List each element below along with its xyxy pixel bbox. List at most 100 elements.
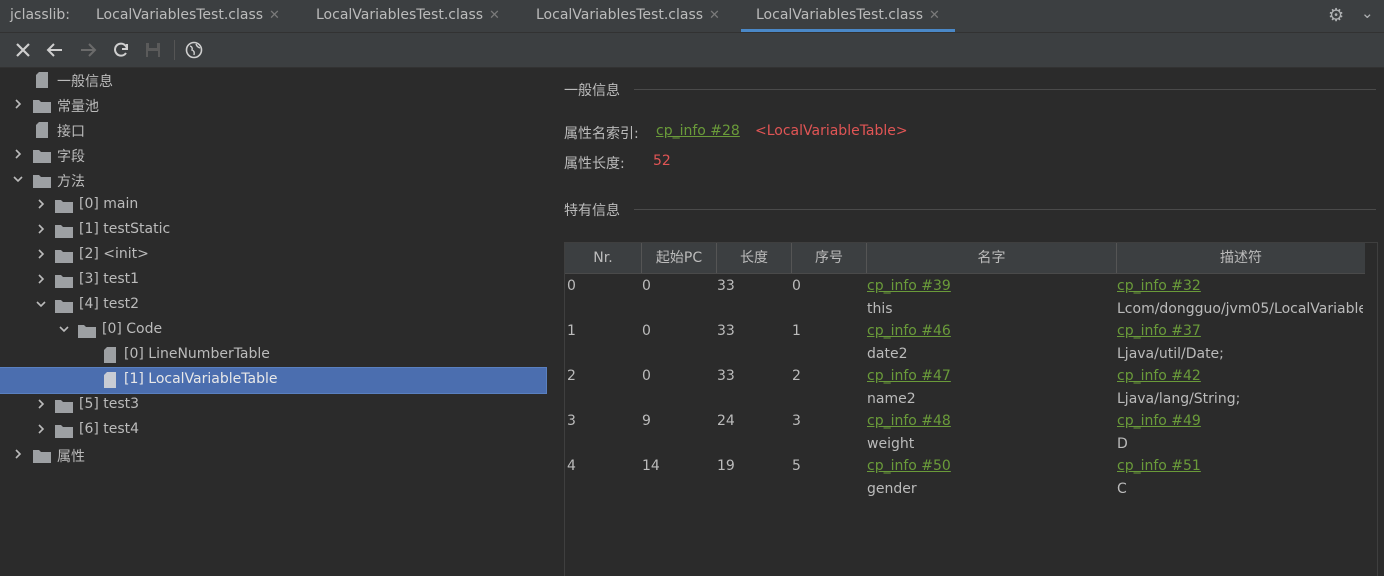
- tree-item-method-init[interactable]: [2] <init>: [0, 243, 546, 268]
- web-icon[interactable]: [184, 40, 204, 60]
- chevron-right-icon[interactable]: [12, 148, 24, 160]
- close-icon[interactable]: [13, 40, 33, 60]
- cell-name-link[interactable]: cp_info #46: [867, 323, 951, 339]
- folder-icon: [55, 250, 73, 263]
- chevron-down-icon[interactable]: ⌄: [1361, 4, 1374, 22]
- cell-name-link[interactable]: cp_info #50: [867, 458, 951, 474]
- tab-file-4-active[interactable]: LocalVariablesTest.class ✕: [741, 0, 955, 32]
- cell-name-link[interactable]: cp_info #48: [867, 413, 951, 429]
- tree-item-label: [6] test4: [79, 421, 140, 437]
- attr-name-value: <LocalVariableTable>: [755, 123, 908, 139]
- gear-icon[interactable]: ⚙: [1328, 5, 1344, 26]
- file-icon: [104, 372, 116, 388]
- column-header-name[interactable]: 名字: [867, 243, 1117, 273]
- cell-descriptor-link[interactable]: cp_info #32: [1117, 278, 1201, 294]
- tree-item-label: 方法: [57, 174, 85, 190]
- column-header-descriptor[interactable]: 描述符: [1117, 243, 1365, 273]
- tree-item-interfaces[interactable]: 接口: [0, 118, 546, 143]
- tab-file-1[interactable]: LocalVariablesTest.class ✕: [96, 0, 280, 32]
- tree-item-method-main[interactable]: [0] main: [0, 193, 546, 218]
- folder-icon: [78, 325, 96, 338]
- tree-item-method-teststatic[interactable]: [1] testStatic: [0, 218, 546, 243]
- cell-name-link[interactable]: cp_info #39: [867, 278, 951, 294]
- chevron-right-icon[interactable]: [12, 98, 24, 110]
- tree-item-code[interactable]: [0] Code: [0, 318, 546, 343]
- tree-item-attributes[interactable]: 属性: [0, 443, 546, 468]
- column-header-length[interactable]: 长度: [717, 243, 792, 273]
- close-icon[interactable]: ✕: [489, 0, 500, 31]
- cell-name-link[interactable]: cp_info #47: [867, 368, 951, 384]
- folder-icon: [33, 175, 51, 188]
- tab-file-3[interactable]: LocalVariablesTest.class ✕: [536, 0, 720, 32]
- chevron-right-icon[interactable]: [35, 423, 47, 435]
- attr-length-label: 属性长度:: [564, 156, 625, 172]
- cell-descriptor-link[interactable]: cp_info #51: [1117, 458, 1201, 474]
- folder-icon: [33, 450, 51, 463]
- cell-nr: 3: [567, 413, 576, 429]
- chevron-right-icon[interactable]: [35, 223, 47, 235]
- column-header-index[interactable]: 序号: [792, 243, 867, 273]
- cell-name: this: [867, 301, 893, 317]
- section-divider: [634, 209, 1376, 210]
- refresh-icon[interactable]: [111, 40, 131, 60]
- attr-name-index-link[interactable]: cp_info #28: [656, 123, 740, 139]
- cell-descriptor-link[interactable]: cp_info #37: [1117, 323, 1201, 339]
- tab-label: LocalVariablesTest.class: [536, 7, 704, 23]
- folder-icon: [55, 200, 73, 213]
- tree-item-line-number-table[interactable]: [0] LineNumberTable: [0, 343, 546, 368]
- cell-nr: 0: [567, 278, 576, 294]
- chevron-right-icon[interactable]: [35, 398, 47, 410]
- folder-icon: [55, 425, 73, 438]
- cell-index: 3: [792, 413, 801, 429]
- cell-start-pc: 0: [642, 323, 651, 339]
- column-header-start-pc[interactable]: 起始PC: [642, 243, 717, 273]
- tree-item-method-test2[interactable]: [4] test2: [0, 293, 546, 318]
- chevron-down-icon[interactable]: [58, 323, 70, 335]
- tree-item-label: 一般信息: [57, 74, 113, 90]
- chevron-right-icon[interactable]: [35, 248, 47, 260]
- cell-descriptor: C: [1117, 481, 1127, 497]
- tree-item-label: [5] test3: [79, 396, 140, 412]
- tab-file-2[interactable]: LocalVariablesTest.class ✕: [316, 0, 500, 32]
- cell-nr: 2: [567, 368, 576, 384]
- column-header-nr[interactable]: Nr.: [565, 243, 642, 273]
- attr-name-index-label: 属性名索引:: [564, 126, 639, 142]
- tree-item-fields[interactable]: 字段: [0, 143, 546, 168]
- save-icon[interactable]: [143, 40, 163, 60]
- chevron-down-icon[interactable]: [12, 173, 24, 185]
- cell-nr: 4: [567, 458, 576, 474]
- chevron-right-icon[interactable]: [35, 273, 47, 285]
- cell-descriptor: Lcom/dongguo/jvm05/LocalVariablesTest;: [1117, 301, 1363, 317]
- tree-item-method-test1[interactable]: [3] test1: [0, 268, 546, 293]
- cell-name: date2: [867, 346, 908, 362]
- tree-item-local-variable-table[interactable]: [1] LocalVariableTable: [0, 367, 547, 394]
- chevron-right-icon[interactable]: [35, 198, 47, 210]
- tree-item-label: [0] LineNumberTable: [124, 346, 270, 362]
- cell-descriptor-link[interactable]: cp_info #42: [1117, 368, 1201, 384]
- cell-index: 2: [792, 368, 801, 384]
- tree-item-method-test4[interactable]: [6] test4: [0, 418, 546, 443]
- tab-label: LocalVariablesTest.class: [316, 7, 484, 23]
- close-icon[interactable]: ✕: [269, 0, 280, 31]
- close-icon[interactable]: ✕: [929, 0, 940, 31]
- chevron-right-icon[interactable]: [12, 448, 24, 460]
- tree-item-general-info[interactable]: 一般信息: [0, 68, 546, 93]
- cell-length: 24: [717, 413, 735, 429]
- tab-label: LocalVariablesTest.class: [756, 7, 924, 23]
- cell-descriptor-link[interactable]: cp_info #49: [1117, 413, 1201, 429]
- cell-index: 5: [792, 458, 801, 474]
- tree-item-label: 字段: [57, 149, 85, 165]
- tree-item-method-test3[interactable]: [5] test3: [0, 393, 546, 418]
- back-arrow-icon[interactable]: [45, 40, 65, 60]
- local-variable-table: Nr. 起始PC 长度 序号 名字 描述符 0 0 3 3 0 cp_info #…: [564, 242, 1378, 576]
- close-icon[interactable]: ✕: [709, 0, 720, 31]
- chevron-down-icon[interactable]: [35, 298, 47, 310]
- class-structure-tree: 一般信息 常量池 接口 字段 方法 [0] main [1] testStati…: [0, 68, 552, 575]
- tree-item-methods[interactable]: 方法: [0, 168, 546, 193]
- forward-arrow-icon[interactable]: [78, 40, 98, 60]
- cell-start-pc: 0: [642, 368, 651, 384]
- tab-label: LocalVariablesTest.class: [96, 7, 264, 23]
- tree-item-constant-pool[interactable]: 常量池: [0, 93, 546, 118]
- table-header: Nr. 起始PC 长度 序号 名字 描述符: [565, 243, 1365, 274]
- cell-name: name2: [867, 391, 916, 407]
